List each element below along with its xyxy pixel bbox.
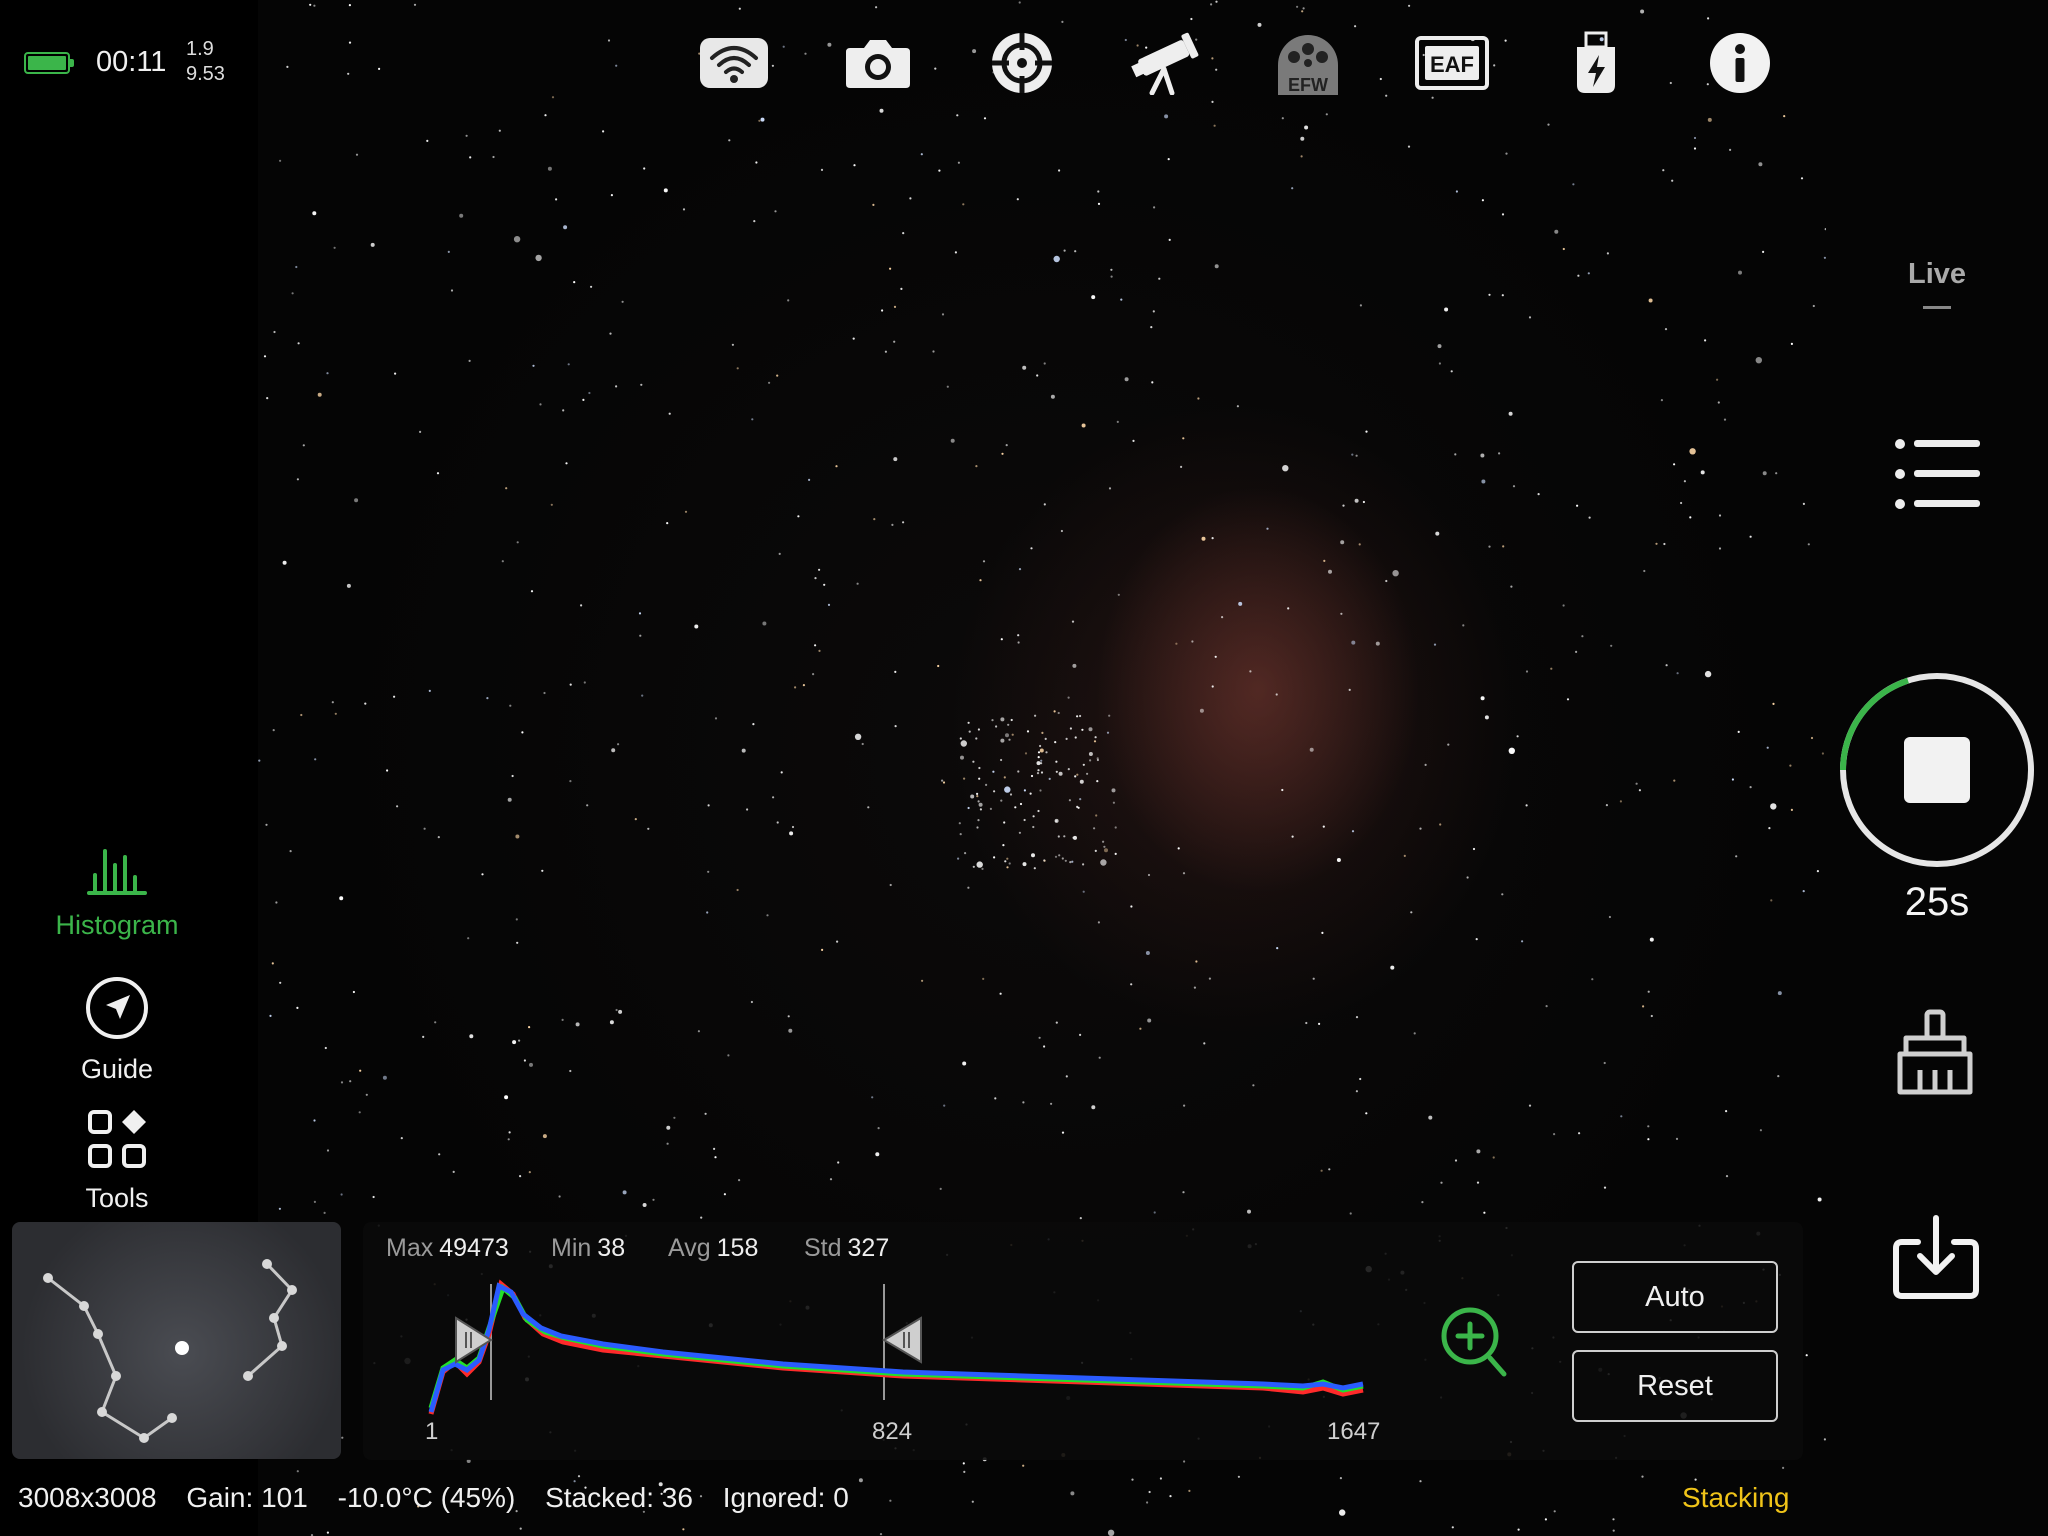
download-icon bbox=[1893, 1215, 1979, 1299]
list-menu-icon bbox=[1895, 439, 1980, 509]
efw-label: EFW bbox=[1288, 75, 1328, 95]
axis-tick-max: 1647 bbox=[1327, 1418, 1381, 1445]
sky-map-thumbnail[interactable] bbox=[12, 1222, 341, 1459]
eaf-button[interactable]: EAF bbox=[1412, 30, 1492, 96]
telescope-icon bbox=[1131, 32, 1199, 95]
status-bar: 3008x3008 Gain: 101 -10.0°C (45%) Stacke… bbox=[18, 1482, 871, 1514]
guide-crosshair-icon bbox=[992, 33, 1052, 93]
version-bottom: 9.53 bbox=[186, 63, 225, 85]
wifi-button[interactable] bbox=[694, 30, 774, 96]
tab-live-indicator bbox=[1923, 306, 1951, 309]
usb-power-icon bbox=[1577, 31, 1615, 93]
constellation-map bbox=[43, 1259, 297, 1443]
exposure-time: 25s bbox=[1904, 880, 1970, 924]
version-top: 1.9 bbox=[186, 38, 214, 60]
wifi-icon bbox=[700, 38, 768, 88]
histogram-blue-curve bbox=[428, 1282, 1364, 1413]
tool-histogram[interactable]: Histogram bbox=[0, 845, 234, 941]
clear-button[interactable] bbox=[1890, 1008, 1980, 1098]
camera-icon bbox=[846, 40, 910, 88]
auto-stretch-button[interactable]: Auto bbox=[1572, 1261, 1778, 1333]
usb-power-button[interactable] bbox=[1556, 30, 1636, 96]
clock: 00:11 bbox=[96, 46, 167, 78]
tools-grid-icon bbox=[88, 1110, 146, 1168]
right-panel: Live 25s bbox=[1826, 0, 2048, 1536]
gain-value: Gain: 101 bbox=[186, 1482, 308, 1513]
efw-icon: EFW bbox=[1278, 35, 1338, 95]
tool-guide[interactable]: Guide bbox=[0, 975, 234, 1085]
stop-capture-button[interactable] bbox=[1837, 670, 2037, 870]
telescope-button[interactable] bbox=[1124, 30, 1204, 96]
tool-histogram-label: Histogram bbox=[55, 910, 179, 940]
image-resolution: 3008x3008 bbox=[18, 1482, 157, 1513]
guide-camera-button[interactable] bbox=[982, 30, 1062, 96]
black-point-handle[interactable] bbox=[455, 1316, 493, 1364]
zoom-in-button[interactable] bbox=[1440, 1306, 1510, 1380]
stacked-count: Stacked: 36 bbox=[545, 1482, 693, 1513]
histogram-red-curve bbox=[428, 1279, 1364, 1415]
axis-tick-min: 1 bbox=[425, 1418, 439, 1445]
stacking-status: Stacking bbox=[1682, 1482, 1790, 1513]
reset-stretch-button[interactable]: Reset bbox=[1572, 1350, 1778, 1422]
stop-icon bbox=[1904, 737, 1970, 803]
sensor-temperature: -10.0°C (45%) bbox=[337, 1482, 516, 1513]
histogram-icon bbox=[87, 849, 147, 895]
axis-tick-mid: 824 bbox=[872, 1418, 913, 1445]
broom-icon bbox=[1897, 1009, 1973, 1095]
camera-button[interactable] bbox=[838, 30, 918, 96]
tool-tools-label: Tools bbox=[85, 1183, 149, 1213]
guide-arrow-icon bbox=[86, 977, 148, 1039]
battery-icon bbox=[24, 52, 74, 74]
info-button[interactable] bbox=[1700, 30, 1780, 96]
save-button[interactable] bbox=[1890, 1212, 1982, 1302]
eaf-icon: EAF bbox=[1415, 36, 1489, 90]
eaf-label: EAF bbox=[1430, 52, 1474, 77]
tool-guide-label: Guide bbox=[80, 1054, 154, 1084]
tool-tools[interactable]: Tools bbox=[0, 1108, 234, 1214]
histogram-panel: Max 49473 Min 38 Avg 158 Std 327 1 824 1647 bbox=[363, 1222, 1803, 1460]
white-point-handle[interactable] bbox=[882, 1316, 922, 1364]
efw-button[interactable]: EFW bbox=[1268, 30, 1348, 96]
ignored-count: Ignored: 0 bbox=[722, 1482, 849, 1513]
histogram-graph[interactable] bbox=[363, 1222, 1423, 1422]
info-icon bbox=[1710, 33, 1770, 93]
tab-live[interactable]: Live bbox=[1826, 258, 2048, 291]
menu-button[interactable] bbox=[1894, 436, 1982, 512]
zoom-in-icon bbox=[1441, 1307, 1507, 1377]
